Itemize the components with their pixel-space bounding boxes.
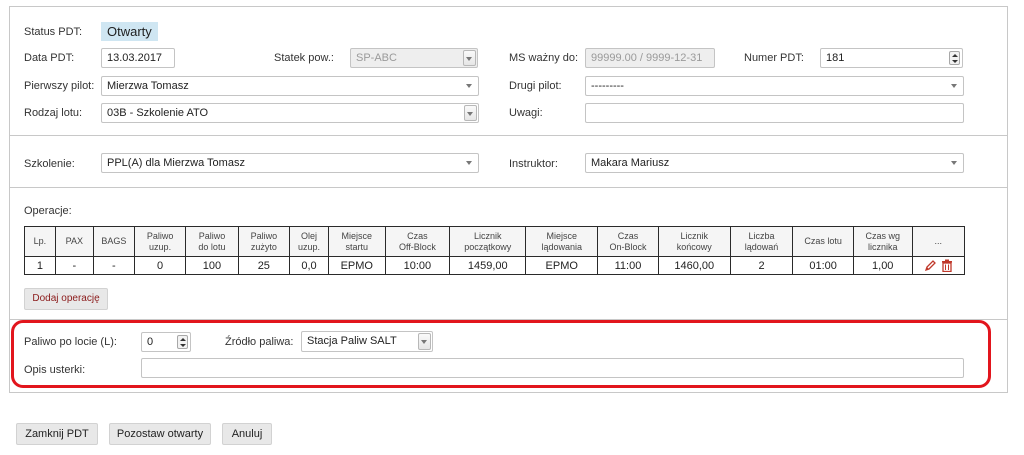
training-value: PPL(A) dla Mierzwa Tomasz: [107, 157, 245, 169]
col-header: Miejsce startu: [328, 226, 386, 257]
col-header: Olej uzup.: [288, 226, 330, 257]
operations-title: Operacje:: [24, 205, 72, 217]
col-header: Czas Off-Block: [384, 226, 451, 257]
table-cell: 1,00: [852, 256, 913, 275]
table-cell: -: [92, 256, 135, 275]
fuel-after-label: Paliwo po locie (L):: [24, 336, 117, 348]
flight-type-select[interactable]: 03B - Szkolenie ATO: [101, 103, 479, 123]
row-actions: [911, 256, 965, 275]
fuel-after-value: 0: [147, 336, 154, 348]
table-cell: 01:00: [792, 256, 854, 275]
aircraft-label: Statek pow.:: [274, 52, 334, 64]
table-cell: 1: [24, 256, 56, 275]
pdt-number-value: 181: [826, 52, 845, 64]
table-cell: 0,0: [288, 256, 330, 275]
cancel-button[interactable]: Anuluj: [222, 423, 272, 445]
table-cell: 0: [133, 256, 187, 275]
stepper-icon[interactable]: [177, 335, 188, 349]
remarks-label: Uwagi:: [509, 107, 543, 119]
date-label: Data PDT:: [24, 52, 75, 64]
pdt-number-stepper[interactable]: 181: [820, 48, 963, 68]
table-cell: 1459,00: [449, 256, 527, 275]
trash-icon[interactable]: [941, 259, 953, 273]
col-header: Czas On-Block: [597, 226, 659, 257]
table-cell: 11:00: [597, 256, 659, 275]
status-badge: Otwarty: [101, 22, 158, 41]
pilot1-label: Pierwszy pilot:: [24, 80, 95, 92]
table-cell: 25: [237, 256, 291, 275]
table-cell: 2: [729, 256, 794, 275]
ms-valid-field: 99999.00 / 9999-12-31: [585, 48, 715, 68]
col-header: ...: [911, 226, 965, 257]
col-header: Paliwo zużyto: [237, 226, 291, 257]
date-field[interactable]: 13.03.2017: [101, 48, 175, 68]
table-cell: EPMO: [525, 256, 599, 275]
chevron-down-icon: [951, 84, 957, 88]
ms-valid-label: MS ważny do:: [509, 52, 579, 64]
col-header: Lp.: [24, 226, 56, 257]
table-cell: EPMO: [328, 256, 386, 275]
col-header: Licznik końcowy: [657, 226, 731, 257]
aircraft-value: SP-ABC: [356, 52, 397, 64]
instructor-select[interactable]: Makara Mariusz: [585, 153, 964, 173]
training-select[interactable]: PPL(A) dla Mierzwa Tomasz: [101, 153, 479, 173]
table-cell: 10:00: [384, 256, 451, 275]
pilot2-value: ---------: [591, 80, 624, 92]
col-header: PAX: [54, 226, 94, 257]
col-header: Licznik początkowy: [449, 226, 527, 257]
pilot1-select[interactable]: Mierzwa Tomasz: [101, 76, 479, 96]
divider: [10, 187, 1007, 188]
pilot1-value: Mierzwa Tomasz: [107, 80, 189, 92]
pilot2-select[interactable]: ---------: [585, 76, 964, 96]
col-header: Czas wg licznika: [852, 226, 913, 257]
divider: [10, 319, 1007, 320]
table-cell: 1460,00: [657, 256, 731, 275]
close-pdt-button[interactable]: Zamknij PDT: [16, 423, 98, 445]
chevron-down-icon: [463, 50, 476, 66]
remarks-input[interactable]: [585, 103, 964, 123]
fuel-source-value: Stacja Paliw SALT: [307, 335, 397, 347]
chevron-down-icon: [418, 333, 431, 350]
status-label: Status PDT:: [24, 26, 83, 38]
instructor-value: Makara Mariusz: [591, 157, 670, 169]
chevron-down-icon: [466, 84, 472, 88]
operations-header-row: Lp. PAX BAGS Paliwo uzup. Paliwo do lotu P…: [24, 226, 965, 257]
fuel-source-select[interactable]: Stacja Paliw SALT: [301, 331, 433, 352]
chevron-down-icon: [464, 105, 477, 121]
table-cell: -: [54, 256, 94, 275]
col-header: Liczba lądowań: [729, 226, 794, 257]
pilot2-label: Drugi pilot:: [509, 80, 562, 92]
stepper-icon[interactable]: [949, 51, 960, 65]
col-header: Miejsce lądowania: [525, 226, 599, 257]
col-header: Paliwo do lotu: [185, 226, 239, 257]
aircraft-select: SP-ABC: [350, 48, 478, 68]
leave-open-button[interactable]: Pozostaw otwarty: [109, 423, 211, 445]
instructor-label: Instruktor:: [509, 158, 558, 170]
pdt-number-label: Numer PDT:: [744, 52, 804, 64]
fuel-source-label: Źródło paliwa:: [225, 336, 294, 348]
pdt-form-panel: Status PDT: Otwarty Data PDT: 13.03.2017…: [9, 6, 1008, 393]
flight-type-label: Rodzaj lotu:: [24, 107, 83, 119]
chevron-down-icon: [466, 161, 472, 165]
pencil-icon[interactable]: [924, 259, 937, 272]
col-header: BAGS: [92, 226, 135, 257]
divider: [10, 135, 1007, 136]
operations-table: Lp. PAX BAGS Paliwo uzup. Paliwo do lotu P…: [24, 226, 965, 275]
col-header: Paliwo uzup.: [133, 226, 187, 257]
add-operation-button[interactable]: Dodaj operację: [24, 288, 108, 310]
defect-label: Opis usterki:: [24, 364, 86, 376]
table-cell: 100: [185, 256, 239, 275]
defect-input[interactable]: [141, 358, 964, 378]
chevron-down-icon: [951, 161, 957, 165]
training-label: Szkolenie:: [24, 158, 75, 170]
table-row: 1 - - 0 100 25 0,0 EPMO 10:00 1459,00 EP…: [24, 256, 965, 275]
fuel-after-stepper[interactable]: 0: [141, 332, 191, 352]
flight-type-value: 03B - Szkolenie ATO: [107, 107, 209, 119]
col-header: Czas lotu: [792, 226, 854, 257]
